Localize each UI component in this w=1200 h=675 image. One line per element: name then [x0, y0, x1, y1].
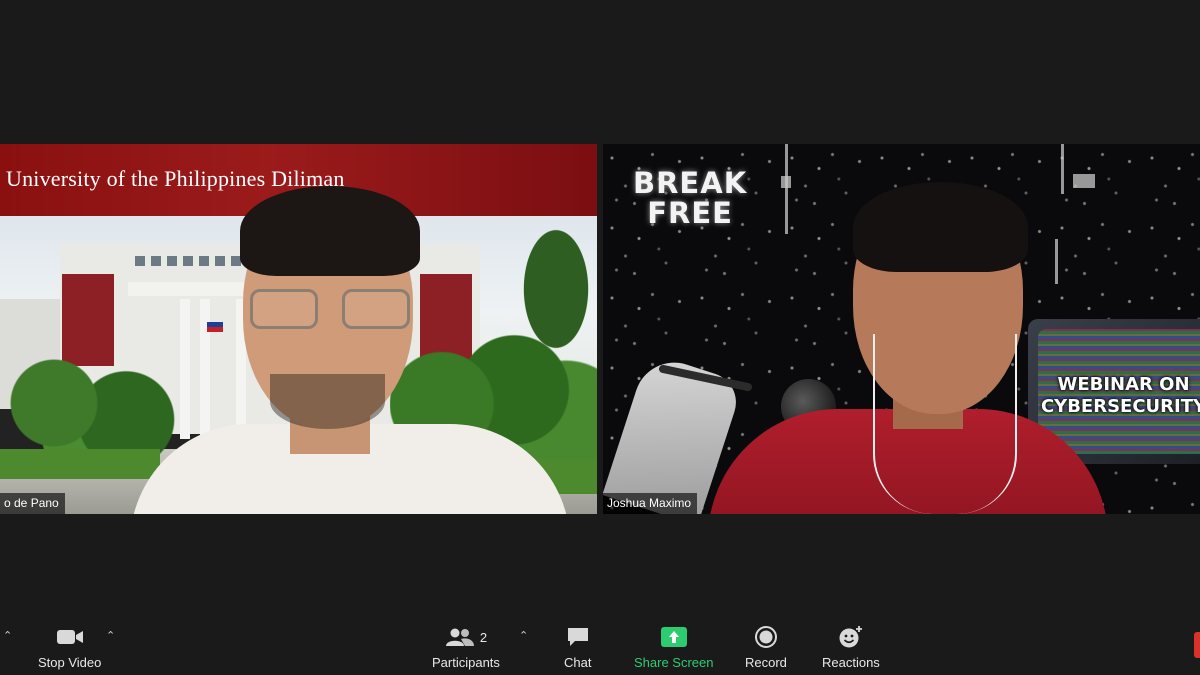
stop-video-button[interactable]: Stop Video: [38, 624, 101, 670]
webinar-title-line: WEBINAR ON: [1057, 374, 1190, 395]
video-tile-right[interactable]: BREAK FREE WEBINAR ON CYBERSECURITY Josh…: [603, 144, 1200, 514]
audio-options-caret-icon[interactable]: ⌃: [3, 629, 12, 642]
participants-icon: 2: [445, 624, 487, 650]
share-screen-button[interactable]: Share Screen: [634, 624, 714, 670]
webinar-title-line: CYBERSECURITY: [1040, 396, 1200, 417]
building-pillar: [180, 299, 190, 439]
chat-label: Chat: [564, 655, 592, 670]
share-screen-label: Share Screen: [634, 655, 714, 670]
video-options-caret-icon[interactable]: ⌃: [106, 629, 115, 642]
participants-label: Participants: [432, 655, 500, 670]
glasses-lens: [250, 289, 318, 329]
record-icon: [754, 624, 778, 650]
building-red-panel: [62, 274, 114, 366]
philippine-flag-icon: [207, 322, 223, 332]
participant-hair: [853, 182, 1028, 272]
reactions-button[interactable]: Reactions: [822, 624, 880, 670]
participant-name-tag: Joshua Maximo: [603, 493, 698, 514]
webinar-title: WEBINAR ON CYBERSECURITY: [1036, 374, 1200, 418]
video-camera-icon: [56, 624, 84, 650]
eyeglasses: [250, 289, 410, 329]
record-label: Record: [745, 655, 787, 670]
meeting-toolbar: ⌃ Stop Video ⌃ 2 Participants ⌃ Chat Sha…: [0, 612, 1200, 675]
glasses-lens: [342, 289, 410, 329]
glitch-block: [1073, 174, 1095, 188]
record-button[interactable]: Record: [745, 624, 787, 670]
glitch-line: [1055, 239, 1058, 284]
break-free-line: BREAK: [633, 166, 748, 200]
building-pillar: [200, 299, 210, 439]
participant-count: 2: [479, 629, 488, 645]
chat-button[interactable]: Chat: [564, 624, 591, 670]
chat-bubble-icon: [566, 624, 590, 650]
participant-hair: [240, 186, 420, 276]
participants-options-caret-icon[interactable]: ⌃: [519, 629, 528, 642]
video-tile-left[interactable]: University of the Philippines Diliman o …: [0, 144, 597, 514]
reactions-label: Reactions: [822, 655, 880, 670]
hedge: [0, 449, 160, 479]
participant-beard: [270, 374, 385, 429]
meeting-window: University of the Philippines Diliman o …: [0, 0, 1200, 675]
glitch-block: [781, 176, 791, 188]
share-screen-arrow-icon: [660, 624, 687, 650]
background-text-break-free: BREAK FREE: [633, 168, 747, 228]
earphones: [873, 334, 1017, 514]
stop-video-label: Stop Video: [38, 655, 102, 670]
glitch-line: [1061, 144, 1064, 194]
break-free-line: FREE: [647, 196, 733, 230]
participants-button[interactable]: 2 Participants: [432, 624, 500, 670]
banner-title: University of the Philippines Diliman: [6, 166, 345, 191]
emoji-plus-icon: [838, 624, 864, 650]
building-windows: [135, 256, 255, 266]
participant-name-tag: o de Pano: [0, 493, 65, 514]
end-meeting-button-edge[interactable]: [1194, 632, 1200, 658]
glitch-line: [785, 144, 788, 234]
